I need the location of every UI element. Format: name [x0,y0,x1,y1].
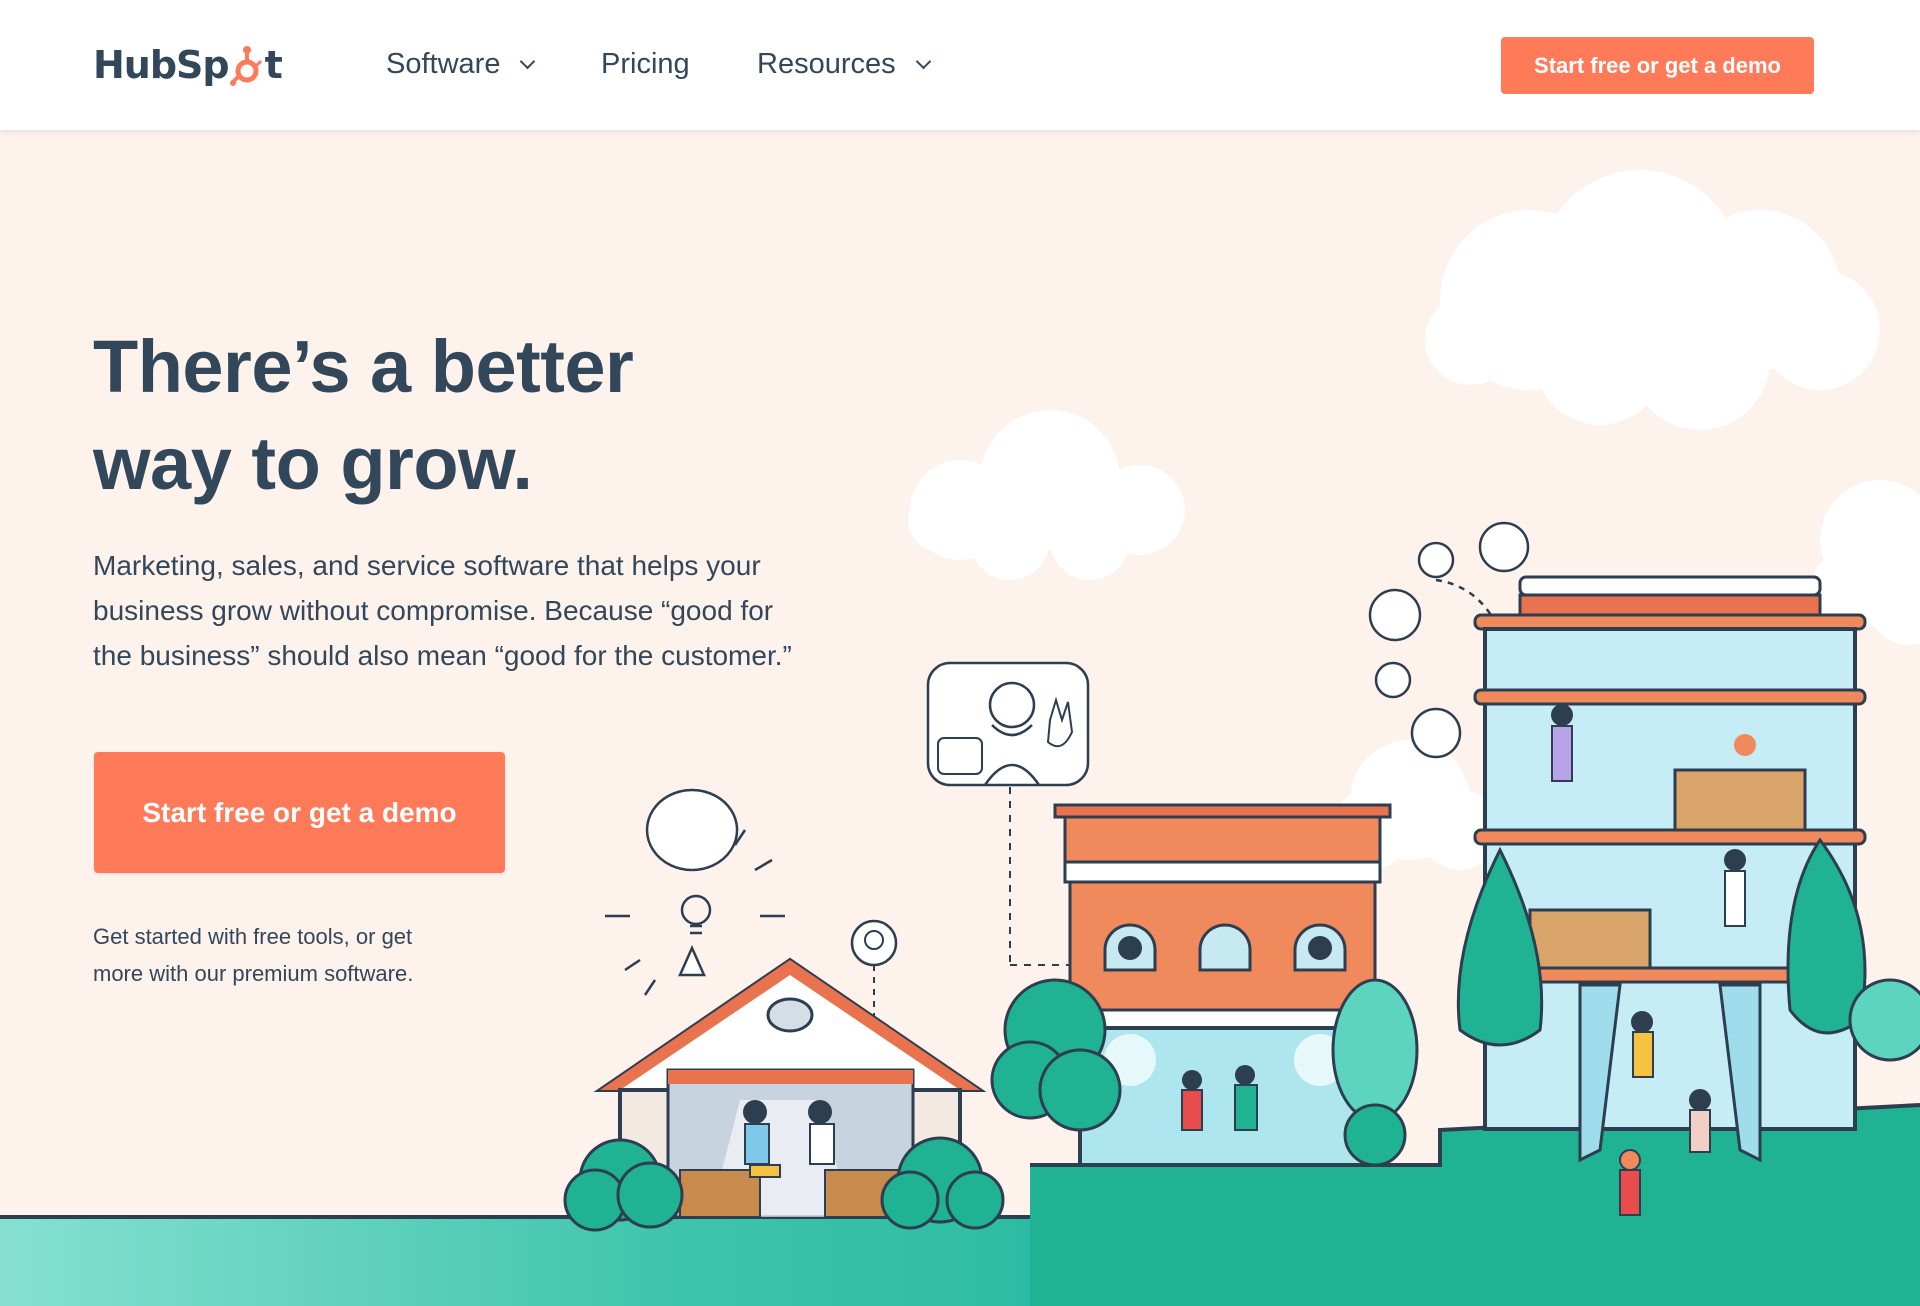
logo-text-end: t [264,43,283,87]
lightbulb-icon [605,788,785,996]
hero-note: Get started with free tools, or get more… [93,918,493,992]
nav-software-label: Software [386,48,501,80]
nav-cta-button[interactable]: Start free or get a demo [1501,37,1814,94]
hero-title-line-2: way to grow. [93,422,533,505]
nav-resources[interactable]: Resources [757,48,931,81]
hubspot-logo[interactable]: HubSp t [93,40,283,90]
chevron-down-icon [915,53,931,70]
hero-cta-button[interactable]: Start free or get a demo [94,752,505,873]
sprocket-icon [229,43,264,87]
chevron-down-icon [520,53,536,70]
hero-title: There’s a better way to grow. [93,318,793,512]
logo-text-start: HubSp [93,43,230,87]
nav-pricing[interactable]: Pricing [601,48,690,81]
nav-resources-label: Resources [757,48,896,80]
hero-description: Marketing, sales, and service software t… [93,550,792,671]
cloud-icon [908,410,1185,580]
nav-software[interactable]: Software [386,48,536,81]
hero-title-line-1: There’s a better [93,325,634,408]
hero-note-line-2: more with our premium software. [93,961,414,986]
hero-illustration [0,170,1920,1306]
top-navigation: HubSp t Software Pricing Resources Start… [0,0,1920,130]
hero-note-line-1: Get started with free tools, or get [93,924,413,949]
cloud-icon [1425,170,1880,430]
nav-pricing-label: Pricing [601,48,690,80]
